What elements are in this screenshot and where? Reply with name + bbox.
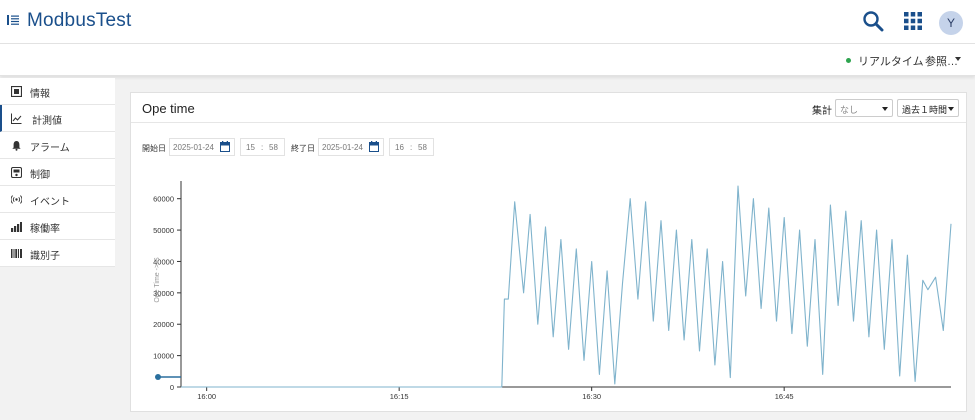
aggregate-select-value: なし: [840, 105, 859, 115]
y-tick-label: 0: [170, 383, 174, 392]
caret-down-icon[interactable]: [955, 57, 961, 61]
start-date-value: 2025-01-24: [173, 143, 214, 152]
y-axis-title: Ope Time -> S: [154, 257, 161, 303]
caret-down-icon: [882, 107, 888, 111]
broadcast-icon: [11, 195, 22, 204]
start-hour-value[interactable]: 15: [246, 143, 255, 152]
realtime-link[interactable]: リアルタイム: [858, 53, 924, 69]
control-icon: [11, 167, 22, 178]
chart-line-icon: [11, 113, 22, 124]
caret-down-icon: [948, 107, 954, 111]
period-select-value: 過去１時間: [902, 105, 948, 115]
sidebar: 情報 計測値 アラーム 制御 イベント 稼働率 識別子: [0, 78, 115, 420]
panel-header: Ope time 集計 なし 過去１時間: [131, 93, 966, 123]
sidebar-item-uptime[interactable]: 稼働率: [0, 213, 115, 240]
view-mode-bar: リアルタイム 参照…: [0, 44, 975, 76]
x-tick-label: 16:15: [390, 392, 409, 401]
calendar-icon[interactable]: [220, 141, 230, 152]
sidebar-item-label: 制御: [30, 170, 50, 181]
apps-grid-icon[interactable]: [904, 12, 922, 30]
y-tick-label: 60000: [153, 195, 174, 204]
date-range-filter: 開始日 2025-01-24 15 : 58 終了日 2025-01-24 16…: [131, 138, 966, 158]
user-avatar[interactable]: Y: [939, 11, 963, 35]
bell-icon: [12, 141, 21, 151]
time-separator: :: [410, 143, 413, 152]
end-time-input[interactable]: 16 : 58: [389, 138, 434, 156]
x-tick-label: 16:45: [775, 392, 794, 401]
barcode-icon: [11, 249, 22, 258]
sidebar-item-info[interactable]: 情報: [0, 78, 115, 105]
end-hour-value[interactable]: 16: [395, 143, 404, 152]
x-tick-label: 16:00: [197, 392, 216, 401]
start-time-input[interactable]: 15 : 58: [240, 138, 285, 156]
end-date-label: 終了日: [291, 144, 315, 153]
sidebar-item-label: 情報: [30, 89, 50, 100]
y-tick-label: 50000: [153, 226, 174, 235]
sidebar-item-alarms[interactable]: アラーム: [0, 132, 115, 159]
sidebar-item-label: イベント: [30, 197, 70, 208]
sidebar-item-measurements[interactable]: 計測値: [0, 105, 115, 132]
sidebar-item-label: アラーム: [30, 143, 70, 154]
sidebar-item-label: 識別子: [30, 251, 60, 262]
sidebar-item-label: 計測値: [32, 116, 62, 127]
reference-dropdown[interactable]: 参照…: [925, 53, 958, 69]
ope-time-line-chart: 010000200003000040000500006000016:00 16:1…: [153, 181, 952, 401]
aggregate-select[interactable]: なし: [835, 99, 893, 117]
sidebar-item-control[interactable]: 制御: [0, 159, 115, 186]
app-header: ModbusTest Y: [0, 0, 975, 44]
calendar-icon[interactable]: [369, 141, 379, 152]
y-tick-label: 10000: [153, 352, 174, 361]
sidebar-item-events[interactable]: イベント: [0, 186, 115, 213]
end-minute-value[interactable]: 58: [418, 143, 427, 152]
bar-chart-icon: [11, 222, 22, 232]
aggregate-label: 集計: [812, 106, 832, 117]
info-icon: [11, 86, 22, 97]
measurement-panel: Ope time 集計 なし 過去１時間 開始日 2025-01-24 15 :…: [130, 92, 967, 412]
panel-title: Ope time: [142, 101, 195, 116]
y-tick-label: 20000: [153, 320, 174, 329]
time-separator: :: [261, 143, 264, 152]
search-icon[interactable]: [862, 10, 884, 32]
series-line: [181, 185, 952, 388]
end-date-value: 2025-01-24: [322, 143, 363, 152]
realtime-status-dot: [846, 58, 851, 63]
series-start-point: [155, 374, 161, 380]
menu-icon[interactable]: [7, 14, 19, 26]
period-select[interactable]: 過去１時間: [897, 99, 959, 117]
start-date-label: 開始日: [142, 144, 166, 153]
sidebar-item-identifiers[interactable]: 識別子: [0, 240, 115, 267]
sidebar-item-label: 稼働率: [30, 224, 60, 235]
x-tick-label: 16:30: [582, 392, 601, 401]
app-title[interactable]: ModbusTest: [27, 10, 131, 32]
start-minute-value[interactable]: 58: [269, 143, 278, 152]
